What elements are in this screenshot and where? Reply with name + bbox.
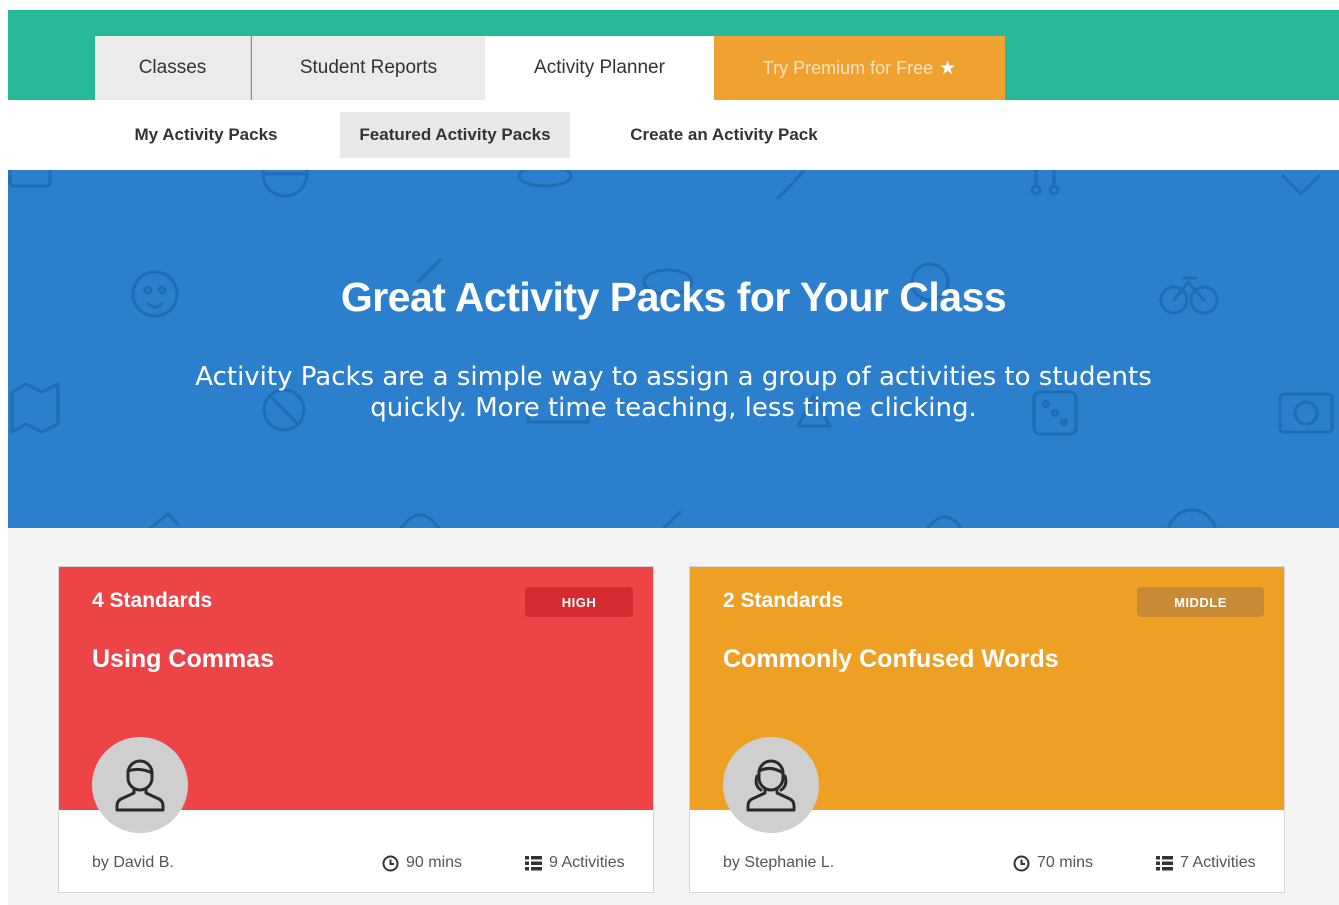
try-premium-label: Try Premium for Free [762,57,934,78]
card-author: by Stephanie L. [723,854,835,871]
tab-activity-planner-label: Activity Planner [534,57,665,78]
subnav-featured-activity-packs-label: Featured Activity Packs [359,125,551,144]
person-icon [746,759,796,812]
subnav-my-activity-packs[interactable]: My Activity Packs [126,112,286,158]
card-activity-count: 9 Activities [525,854,625,872]
person-icon [115,759,165,812]
card-standards-count: 2 Standards [723,589,844,612]
card-activity-count: 7 Activities [1156,854,1256,872]
card-duration: 90 mins [382,854,462,872]
card-title: Commonly Confused Words [723,645,1059,673]
card-author: by David B. [92,854,174,871]
try-premium-button[interactable]: Try Premium for Free ★ [714,36,1005,100]
card-standards-count: 4 Standards [92,589,213,612]
activity-pack-card[interactable]: 4 Standards HIGH Using Commas by David B… [58,566,654,893]
tab-classes[interactable]: Classes [95,36,251,100]
card-duration-value: 70 mins [1037,854,1094,871]
activity-pack-card[interactable]: 2 Standards MIDDLE Commonly Confused Wor… [689,566,1285,893]
app-frame: Classes Student Reports Activity Planner… [8,10,1339,905]
subnav-create-activity-pack[interactable]: Create an Activity Pack [612,112,836,158]
clock-icon [382,855,399,871]
card-duration: 70 mins [1013,854,1093,872]
card-level-badge: HIGH [525,587,633,617]
hero-pattern-icons [8,170,1334,528]
card-footer: by David B. 90 mins 9 Activities [59,810,653,892]
tab-student-reports[interactable]: Student Reports [252,36,485,100]
sub-nav: My Activity Packs Featured Activity Pack… [8,100,1339,170]
star-icon: ★ [939,57,957,79]
top-nav-bar: Classes Student Reports Activity Planner… [8,10,1339,100]
card-duration-value: 90 mins [406,854,463,871]
hero-title: Great Activity Packs for Your Class [340,274,1007,320]
subnav-create-activity-pack-label: Create an Activity Pack [630,125,818,144]
list-icon [1156,855,1173,870]
card-title: Using Commas [92,645,274,673]
subnav-featured-activity-packs[interactable]: Featured Activity Packs [340,112,570,158]
tab-activity-planner[interactable]: Activity Planner [485,36,714,100]
hero-subtitle: Activity Packs are a simple way to assig… [195,362,1152,423]
card-activity-count-value: 9 Activities [549,854,625,871]
card-footer: by Stephanie L. 70 mins 7 Activities [690,810,1284,892]
clock-icon [1013,855,1030,871]
hero-banner: Great Activity Packs for Your Class Acti… [8,170,1339,528]
tab-student-reports-label: Student Reports [299,57,438,78]
list-icon [525,855,542,870]
card-level-badge: MIDDLE [1137,587,1264,617]
card-activity-count-value: 7 Activities [1180,854,1256,871]
tab-classes-label: Classes [138,57,207,78]
subnav-my-activity-packs-label: My Activity Packs [134,125,278,144]
